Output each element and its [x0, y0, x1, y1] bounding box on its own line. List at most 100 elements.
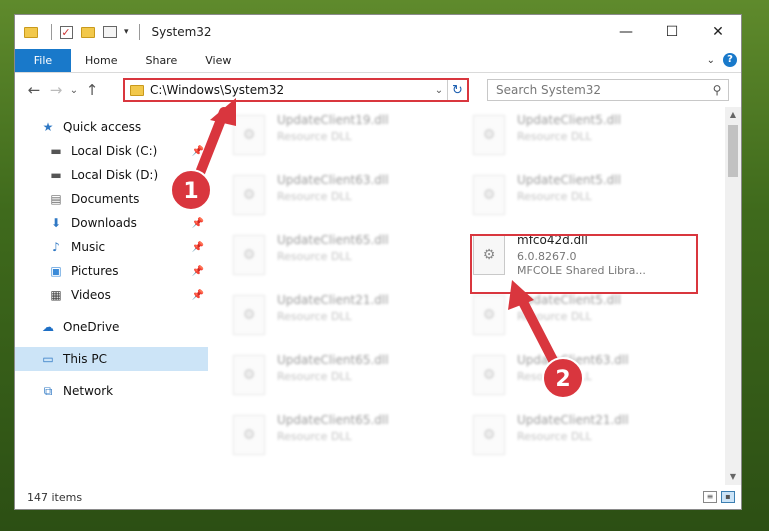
sidebar-item-downloads[interactable]: ⬇ Downloads 📌: [15, 211, 208, 235]
file-type: Resource DLL: [277, 250, 352, 263]
file-type: Resource DLL: [277, 370, 352, 383]
star-icon: ★: [42, 120, 54, 134]
pin-icon: 📌: [191, 241, 204, 253]
sidebar-item-local-disk-d[interactable]: ▬ Local Disk (D:): [15, 163, 208, 187]
search-icon[interactable]: ⚲: [706, 83, 728, 97]
file-item[interactable]: ⚙ UpdateClient5.dll Resource DLL: [465, 109, 685, 161]
folder-icon: [23, 25, 39, 39]
status-bar: 147 items ≡ ▪: [15, 485, 741, 509]
dll-file-icon: ⚙: [233, 415, 265, 455]
sidebar-item-local-disk-c[interactable]: ▬ Local Disk (C:) 📌: [15, 139, 208, 163]
sidebar-item-label: Local Disk (C:): [71, 144, 158, 158]
file-name: UpdateClient5.dll: [517, 293, 621, 307]
maximize-button[interactable]: ☐: [649, 15, 695, 49]
file-type: Resource DLL: [277, 430, 352, 443]
file-item[interactable]: ⚙ UpdateClient65.dll Resource DLL: [225, 349, 445, 401]
file-item[interactable]: ⚙ UpdateClient21.dll Resource DLL: [465, 409, 685, 461]
tiles-view-icon[interactable]: ▪: [721, 491, 735, 503]
sidebar-item-label: Downloads: [71, 216, 137, 230]
file-name: UpdateClient65.dll: [277, 353, 389, 367]
scroll-thumb[interactable]: [728, 125, 738, 177]
sidebar-item-music[interactable]: ♪ Music 📌: [15, 235, 208, 259]
sidebar-item-onedrive[interactable]: ☁ OneDrive: [15, 315, 208, 339]
file-item[interactable]: ⚙ UpdateClient63.dll Resource DLL: [465, 349, 685, 401]
vertical-scrollbar[interactable]: ▲ ▼: [725, 107, 741, 485]
sidebar-item-label: Quick access: [63, 120, 142, 134]
up-arrow-icon[interactable]: ↑: [81, 81, 103, 99]
pin-icon: 📌: [191, 289, 204, 301]
file-item[interactable]: ⚙ UpdateClient19.dll Resource DLL: [225, 109, 445, 161]
address-path[interactable]: C:\Windows\System32: [150, 83, 431, 97]
properties-check-icon[interactable]: ✓: [58, 25, 74, 39]
dll-file-icon: ⚙: [233, 115, 265, 155]
file-type: Resource DLL: [517, 310, 592, 323]
forward-arrow-icon[interactable]: →: [45, 81, 67, 99]
search-box[interactable]: ⚲: [487, 79, 729, 101]
sidebar-item-label: Local Disk (D:): [71, 168, 159, 182]
pin-icon: 📌: [191, 145, 204, 157]
help-icon[interactable]: ?: [723, 53, 737, 67]
tab-home[interactable]: Home: [71, 49, 131, 72]
sidebar-item-label: Documents: [71, 192, 140, 206]
pin-icon: 📌: [191, 217, 204, 229]
chevron-down-icon[interactable]: ▾: [124, 27, 129, 37]
minimize-button[interactable]: —: [603, 15, 649, 49]
tab-view[interactable]: View: [191, 49, 245, 72]
file-item[interactable]: ⚙ UpdateClient21.dll Resource DLL: [225, 289, 445, 341]
scroll-up-arrow-icon[interactable]: ▲: [725, 107, 741, 123]
address-bar[interactable]: C:\Windows\System32 ⌄ ↻: [123, 78, 469, 102]
navigation-bar: ← → ⌄ ↑ C:\Windows\System32 ⌄ ↻ ⚲: [15, 73, 741, 107]
close-button[interactable]: ✕: [695, 15, 741, 49]
file-item[interactable]: ⚙ UpdateClient65.dll Resource DLL: [225, 409, 445, 461]
refresh-icon[interactable]: ↻: [447, 80, 467, 100]
divider: [51, 24, 52, 40]
tab-file[interactable]: File: [15, 49, 71, 72]
file-item[interactable]: ⚙ UpdateClient5.dll Resource DLL: [465, 289, 685, 341]
downloads-icon: ⬇: [50, 216, 62, 230]
sidebar-item-label: Pictures: [71, 264, 119, 278]
new-folder-icon[interactable]: [80, 25, 96, 39]
sidebar-item-label: Music: [71, 240, 106, 254]
file-item[interactable]: ⚙ UpdateClient65.dll Resource DLL: [225, 229, 445, 281]
item-count: 147 items: [27, 490, 83, 504]
search-input[interactable]: [496, 83, 706, 97]
dll-file-icon: ⚙: [233, 235, 265, 275]
back-arrow-icon[interactable]: ←: [23, 81, 45, 99]
drive-icon: ▬: [50, 144, 62, 158]
file-name: UpdateClient5.dll: [517, 173, 621, 187]
sidebar-item-label: OneDrive: [63, 320, 120, 334]
sidebar-item-network[interactable]: ⧉ Network: [15, 379, 208, 403]
drive-icon: ▬: [50, 168, 62, 182]
expand-ribbon-icon[interactable]: ⌄: [707, 55, 715, 66]
file-item[interactable]: ⚙ UpdateClient5.dll Resource DLL: [465, 169, 685, 221]
file-name: UpdateClient21.dll: [277, 293, 389, 307]
scroll-down-arrow-icon[interactable]: ▼: [725, 469, 741, 485]
customize-toolbar-icon[interactable]: [102, 25, 118, 39]
dll-file-icon: ⚙: [233, 175, 265, 215]
dll-file-icon: ⚙: [473, 355, 505, 395]
file-item-mfco42d[interactable]: ⚙ mfco42d.dll 6.0.8267.0 MFCOLE Shared L…: [465, 229, 685, 281]
dll-file-icon: ⚙: [233, 355, 265, 395]
address-dropdown-icon[interactable]: ⌄: [431, 85, 447, 96]
file-name: UpdateClient65.dll: [277, 233, 389, 247]
file-name: UpdateClient19.dll: [277, 113, 389, 127]
file-type: Resource DLL: [517, 130, 592, 143]
pictures-icon: ▣: [50, 264, 62, 278]
tab-share[interactable]: Share: [131, 49, 191, 72]
sidebar-item-videos[interactable]: ▦ Videos 📌: [15, 283, 208, 307]
recent-locations-chevron-icon[interactable]: ⌄: [67, 85, 81, 96]
sidebar-item-quick-access[interactable]: ★ Quick access: [15, 115, 208, 139]
file-item[interactable]: ⚙ UpdateClient63.dll Resource DLL: [225, 169, 445, 221]
sidebar-item-this-pc[interactable]: ▭ This PC: [15, 347, 208, 371]
videos-icon: ▦: [50, 288, 62, 302]
file-list: ⚙ UpdateClient19.dll Resource DLL ⚙ Updat…: [209, 107, 741, 485]
main-area: ★ Quick access ▬ Local Disk (C:) 📌 ▬ Loc…: [15, 107, 741, 485]
pin-icon: 📌: [191, 265, 204, 277]
file-type: Resource DLL: [277, 310, 352, 323]
dll-file-icon: ⚙: [473, 175, 505, 215]
sidebar-item-pictures[interactable]: ▣ Pictures 📌: [15, 259, 208, 283]
file-type: MFCOLE Shared Libra...: [517, 264, 646, 277]
details-view-icon[interactable]: ≡: [703, 491, 717, 503]
sidebar-item-documents[interactable]: ▤ Documents: [15, 187, 208, 211]
file-name: mfco42d.dll: [517, 233, 588, 247]
